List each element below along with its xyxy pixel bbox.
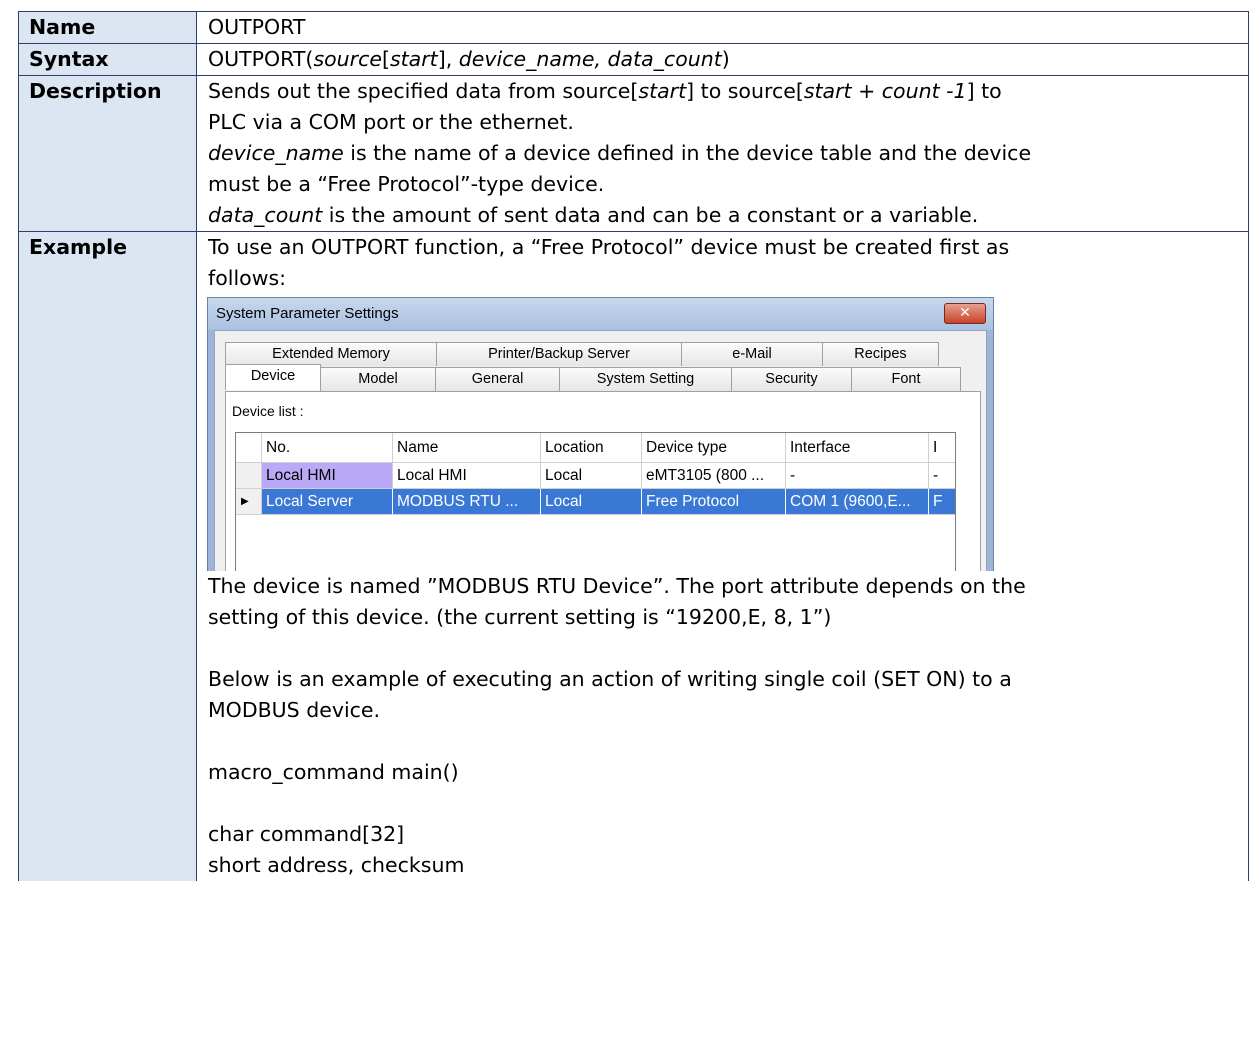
current-row-arrow-icon: ▶: [241, 496, 249, 507]
example-label: Example: [18, 231, 197, 881]
syntax-bracket: [: [381, 47, 390, 71]
tab-row-2: Device Model General System Setting Secu…: [225, 364, 961, 391]
example-content: To use an OUTPORT function, a “Free Prot…: [196, 231, 1249, 881]
tab-model[interactable]: Model: [320, 367, 436, 391]
description-line-1: Sends out the specified data from source…: [208, 76, 1248, 107]
syntax-close: ): [721, 47, 730, 71]
device-tab-panel: Device list : No. Name Location Device t…: [225, 391, 981, 571]
example-below-1: Below is an example of executing an acti…: [208, 667, 1012, 691]
description-line-2: PLC via a COM port or the ethernet.: [208, 110, 574, 134]
desc-device-name: device_name: [208, 141, 344, 165]
desc-text: ] to source[: [686, 79, 804, 103]
syntax-args: device_name, data_count: [458, 47, 722, 71]
tab-recipes[interactable]: Recipes: [822, 342, 939, 366]
tab-extended-memory[interactable]: Extended Memory: [225, 342, 437, 366]
cell-no: Local Server: [262, 489, 393, 515]
syntax-prefix: OUTPORT(: [208, 47, 314, 71]
code-line-1: macro_command main(): [208, 760, 459, 784]
column-header-extra[interactable]: I: [929, 433, 955, 463]
cell-interface: -: [786, 463, 929, 489]
description-label: Description: [18, 75, 197, 232]
cell-location: Local: [541, 489, 642, 515]
desc-text: is the amount of sent data and can be a …: [322, 203, 979, 227]
name-label: Name: [18, 11, 197, 44]
column-header-device-type[interactable]: Device type: [642, 433, 786, 463]
tab-device[interactable]: Device: [225, 364, 321, 390]
cell-device-type: eMT3105 (800 ...: [642, 463, 786, 489]
close-icon[interactable]: ✕: [944, 303, 986, 324]
device-list-label: Device list :: [232, 403, 304, 419]
example-intro-1: To use an OUTPORT function, a “Free Prot…: [208, 235, 1010, 259]
tab-email[interactable]: e-Mail: [681, 342, 823, 366]
tab-general[interactable]: General: [435, 367, 560, 391]
desc-start: start: [638, 79, 687, 103]
cell-extra: -: [929, 463, 955, 489]
dialog-body: Extended Memory Printer/Backup Server e-…: [214, 330, 987, 571]
function-reference-table: Name OUTPORT Syntax OUTPORT(source[start…: [18, 11, 1249, 881]
cell-location: Local: [541, 463, 642, 489]
description-row: Description Sends out the specified data…: [18, 75, 1249, 232]
syntax-label: Syntax: [18, 43, 197, 76]
column-header-interface[interactable]: Interface: [786, 433, 929, 463]
cell-interface: COM 1 (9600,E...: [786, 489, 929, 515]
desc-end-expr: start + count -1: [803, 79, 967, 103]
device-list-grid[interactable]: No. Name Location Device type Interface …: [235, 432, 956, 571]
table-row[interactable]: Local HMI Local HMI Local eMT3105 (800 .…: [236, 463, 955, 489]
cell-extra: F: [929, 489, 955, 515]
description-text: Sends out the specified data from source…: [196, 75, 1249, 232]
dialog-title-bar: System Parameter Settings ✕: [208, 298, 993, 330]
syntax-sep: ],: [437, 47, 459, 71]
description-line-5: data_count is the amount of sent data an…: [208, 200, 1248, 231]
tab-row-1: Extended Memory Printer/Backup Server e-…: [225, 342, 939, 366]
row-header: ▶: [236, 489, 262, 515]
tab-printer-backup-server[interactable]: Printer/Backup Server: [436, 342, 682, 366]
tab-security[interactable]: Security: [731, 367, 852, 391]
desc-text: ] to: [966, 79, 1002, 103]
column-header-location[interactable]: Location: [541, 433, 642, 463]
desc-text: Sends out the specified data from source…: [208, 79, 639, 103]
syntax-source: source: [313, 47, 382, 71]
example-row: Example To use an OUTPORT function, a “F…: [18, 231, 1249, 881]
grid-header-row: No. Name Location Device type Interface …: [236, 433, 955, 463]
column-header-name[interactable]: Name: [393, 433, 541, 463]
row-header: [236, 463, 262, 489]
cell-name: Local HMI: [393, 463, 541, 489]
tab-font[interactable]: Font: [851, 367, 961, 391]
name-row: Name OUTPORT: [18, 11, 1249, 44]
example-after-1: The device is named ”MODBUS RTU Device”.…: [208, 574, 1026, 598]
grid-corner: [236, 433, 262, 463]
cell-no: Local HMI: [262, 463, 393, 489]
cell-name: MODBUS RTU ...: [393, 489, 541, 515]
desc-data-count: data_count: [208, 203, 323, 227]
code-line-2: char command[32]: [208, 822, 405, 846]
syntax-value: OUTPORT(source[start], device_name, data…: [196, 43, 1249, 76]
description-line-4: must be a “Free Protocol”-type device.: [208, 172, 605, 196]
example-intro-2: follows:: [208, 266, 287, 290]
column-header-no[interactable]: No.: [262, 433, 393, 463]
cell-device-type: Free Protocol: [642, 489, 786, 515]
table-row[interactable]: ▶ Local Server MODBUS RTU ... Local Free…: [236, 489, 955, 515]
system-parameter-dialog-screenshot: System Parameter Settings ✕ Extended Mem…: [207, 297, 994, 571]
desc-text: is the name of a device defined in the d…: [343, 141, 1032, 165]
code-line-3: short address, checksum: [208, 853, 465, 877]
tab-system-setting[interactable]: System Setting: [559, 367, 732, 391]
syntax-row: Syntax OUTPORT(source[start], device_nam…: [18, 43, 1249, 76]
name-value: OUTPORT: [196, 11, 1249, 44]
dialog-title: System Parameter Settings: [216, 305, 399, 322]
example-below-2: MODBUS device.: [208, 698, 381, 722]
example-after-2: setting of this device. (the current set…: [208, 605, 832, 629]
description-line-3: device_name is the name of a device defi…: [208, 138, 1248, 169]
syntax-start: start: [389, 47, 438, 71]
